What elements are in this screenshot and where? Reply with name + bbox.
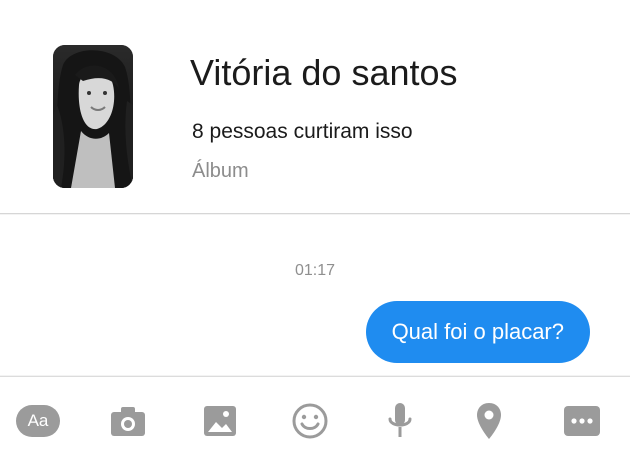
message-timestamp: 01:17 xyxy=(294,262,336,279)
conversation-area: 01:17 Qual foi o placar? xyxy=(0,215,630,375)
text-format-button[interactable]: Aa xyxy=(16,399,60,443)
profile-name[interactable]: Vitória do santos xyxy=(190,52,458,94)
profile-card[interactable]: Vitória do santos 8 pessoas curtiram iss… xyxy=(0,0,630,214)
camera-button[interactable] xyxy=(106,399,150,443)
more-options-button[interactable] xyxy=(560,399,604,443)
avatar-photo xyxy=(53,45,133,188)
likes-count: 8 pessoas curtiram isso xyxy=(192,120,413,143)
avatar[interactable] xyxy=(53,45,133,188)
camera-icon xyxy=(111,407,145,436)
location-icon xyxy=(477,403,501,439)
location-button[interactable] xyxy=(467,399,511,443)
emoji-icon xyxy=(292,403,328,439)
outgoing-message-bubble[interactable]: Qual foi o placar? xyxy=(365,301,590,363)
image-button[interactable] xyxy=(198,399,242,443)
composer-toolbar: Aa xyxy=(0,376,630,472)
content-type-label: Álbum xyxy=(192,160,249,182)
more-icon xyxy=(564,406,600,436)
image-icon xyxy=(204,406,236,436)
text-format-icon: Aa xyxy=(16,405,60,437)
microphone-icon xyxy=(388,403,412,437)
microphone-button[interactable] xyxy=(378,399,422,443)
emoji-button[interactable] xyxy=(288,399,332,443)
